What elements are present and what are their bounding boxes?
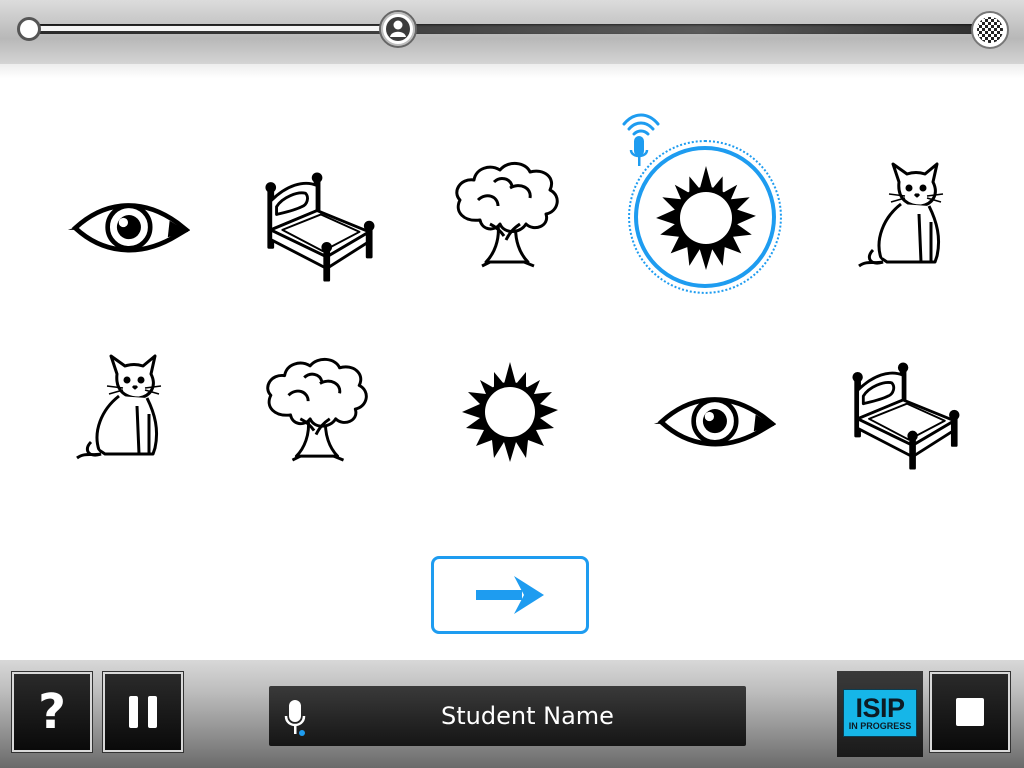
isip-badge: ISIP IN PROGRESS	[843, 689, 917, 737]
listening-microphone-icon	[618, 110, 664, 174]
stop-button[interactable]	[930, 672, 1010, 752]
picture-bed[interactable]	[848, 362, 962, 470]
picture-tree[interactable]	[260, 356, 374, 464]
bed-icon	[852, 362, 960, 470]
picture-sun[interactable]	[460, 362, 560, 462]
bed-icon	[265, 172, 375, 282]
sun-icon	[462, 362, 558, 462]
student-avatar-icon	[379, 10, 417, 48]
stop-icon	[956, 698, 984, 726]
help-icon: ?	[38, 684, 66, 740]
picture-tree[interactable]	[450, 160, 564, 270]
tree-icon	[266, 357, 368, 462]
picture-bed[interactable]	[262, 172, 376, 282]
picture-cat[interactable]	[74, 354, 166, 460]
progress-bar-shadow	[0, 64, 1024, 78]
picture-cat[interactable]	[856, 162, 948, 268]
cat-icon	[75, 354, 163, 460]
person-icon	[386, 17, 410, 41]
pause-icon	[129, 696, 157, 728]
eye-icon	[652, 372, 776, 472]
next-button[interactable]	[431, 556, 589, 634]
eye-icon	[66, 178, 190, 278]
pause-button[interactable]	[103, 672, 183, 752]
progress-fill	[28, 26, 394, 31]
picture-eye[interactable]	[66, 178, 190, 278]
help-button[interactable]: ?	[12, 672, 92, 752]
checkered-flag-icon	[971, 11, 1009, 49]
student-name: Student Name	[441, 702, 614, 730]
start-node-icon	[17, 17, 41, 41]
status-logo: ISIP IN PROGRESS	[837, 671, 923, 757]
picture-eye[interactable]	[652, 372, 776, 472]
right-arrow-icon	[476, 576, 544, 614]
status-text: IN PROGRESS	[848, 721, 912, 731]
picture-sun-selected[interactable]	[654, 166, 758, 270]
tree-icon	[455, 161, 559, 268]
student-name-panel: Student Name	[269, 686, 746, 746]
microphone-icon	[283, 700, 307, 740]
cat-icon	[857, 162, 945, 268]
isip-logo-text: ISIP	[855, 693, 905, 723]
sun-icon	[656, 166, 756, 270]
